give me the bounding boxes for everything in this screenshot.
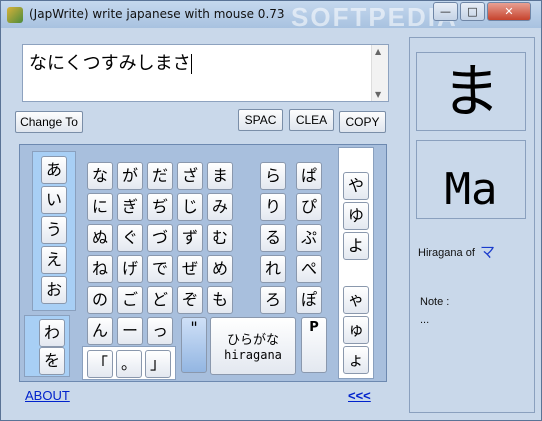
about-link[interactable]: ABOUT	[25, 388, 70, 403]
text-caret	[190, 54, 192, 74]
wa-panel: わ を	[24, 315, 70, 377]
key-mu[interactable]: む	[207, 224, 233, 252]
key-yo[interactable]: よ	[343, 232, 369, 260]
scroll-down-icon[interactable]: ▼	[375, 90, 381, 99]
scroll-up-icon[interactable]: ▲	[375, 47, 381, 56]
key-small-ya[interactable]: ゃ	[343, 286, 369, 314]
key-pa[interactable]: ぱ	[296, 162, 322, 190]
key-i[interactable]: い	[41, 186, 67, 214]
key-da[interactable]: だ	[147, 162, 173, 190]
mode-romaji-label: hiragana	[224, 348, 282, 362]
key-gi[interactable]: ぎ	[117, 193, 143, 221]
mode-kana-label: ひらがな	[226, 333, 279, 348]
romaji-preview: Ma	[416, 140, 526, 219]
katakana-value: マ	[480, 244, 496, 261]
key-ma[interactable]: ま	[207, 162, 233, 190]
key-ra[interactable]: ら	[260, 162, 286, 190]
text-editor[interactable]: なにくつすみしまさ ▲ ▼	[22, 44, 389, 102]
key-pe[interactable]: ぺ	[296, 255, 322, 283]
kana-keyboard: あ い う え お わ を な が だ ざ ま に ぎ ぢ じ み ぬ ぐ づ …	[19, 144, 387, 382]
minimize-button[interactable]: —	[433, 2, 458, 21]
key-small-tsu[interactable]: っ	[147, 317, 173, 345]
key-ge[interactable]: げ	[117, 255, 143, 283]
key-du[interactable]: づ	[147, 224, 173, 252]
key-me[interactable]: め	[207, 255, 233, 283]
editor-text: なにくつすみしまさ	[29, 53, 191, 74]
key-o[interactable]: お	[41, 276, 67, 304]
key-de[interactable]: で	[147, 255, 173, 283]
key-pi[interactable]: ぴ	[296, 193, 322, 221]
key-long-vowel[interactable]: ー	[117, 317, 143, 345]
main-panel: なにくつすみしまさ ▲ ▼ Change To SPAC CLEA COPY あ…	[9, 30, 405, 413]
key-na[interactable]: な	[87, 162, 113, 190]
key-u[interactable]: う	[41, 216, 67, 244]
key-ri[interactable]: り	[260, 193, 286, 221]
key-ze[interactable]: ぜ	[177, 255, 203, 283]
key-small-yu[interactable]: ゅ	[343, 316, 369, 344]
key-mo[interactable]: も	[207, 286, 233, 314]
note-label: Note :	[420, 296, 450, 308]
key-period[interactable]: 。	[116, 350, 142, 378]
space-button[interactable]: SPAC	[238, 109, 283, 131]
key-handakuten[interactable]: P	[301, 317, 327, 373]
key-yu[interactable]: ゆ	[343, 202, 369, 230]
key-no[interactable]: の	[87, 286, 113, 314]
hiragana-of-label: Hiragana of	[418, 247, 475, 259]
key-wo[interactable]: を	[39, 347, 65, 375]
key-zu[interactable]: ず	[177, 224, 203, 252]
key-za[interactable]: ざ	[177, 162, 203, 190]
app-icon	[7, 7, 23, 23]
key-e[interactable]: え	[41, 246, 67, 274]
key-open-bracket[interactable]: 「	[87, 350, 113, 378]
close-button[interactable]: ✕	[487, 2, 531, 21]
key-ne[interactable]: ね	[87, 255, 113, 283]
kana-preview: ま	[416, 52, 526, 131]
key-ni[interactable]: に	[87, 193, 113, 221]
window-title: (JapWrite) write japanese with mouse 0.7…	[29, 7, 285, 21]
key-di[interactable]: ぢ	[147, 193, 173, 221]
key-zo[interactable]: ぞ	[177, 286, 203, 314]
title-bar: (JapWrite) write japanese with mouse 0.7…	[1, 1, 541, 32]
app-window: (JapWrite) write japanese with mouse 0.7…	[0, 0, 542, 421]
key-ya[interactable]: や	[343, 172, 369, 200]
punctuation-panel: 「 。 」	[82, 346, 176, 380]
key-close-bracket[interactable]: 」	[145, 350, 171, 378]
key-ru[interactable]: る	[260, 224, 286, 252]
key-gu[interactable]: ぐ	[117, 224, 143, 252]
key-dakuten[interactable]: "	[181, 317, 207, 373]
clear-button[interactable]: CLEA	[289, 109, 334, 131]
ya-panel: や ゆ よ ゃ ゅ ょ	[338, 147, 374, 379]
key-n[interactable]: ん	[87, 317, 113, 345]
preview-panel: ま Ma Hiragana of マ Note : ...	[409, 37, 535, 413]
key-ro[interactable]: ろ	[260, 286, 286, 314]
change-to-button[interactable]: Change To	[15, 111, 83, 133]
key-nu[interactable]: ぬ	[87, 224, 113, 252]
key-small-yo[interactable]: ょ	[343, 346, 369, 374]
maximize-button[interactable]: □	[460, 2, 485, 21]
copy-button[interactable]: COPY	[339, 111, 386, 133]
key-do[interactable]: ど	[147, 286, 173, 314]
key-ga[interactable]: が	[117, 162, 143, 190]
note-value: ...	[420, 314, 430, 326]
key-po[interactable]: ぽ	[296, 286, 322, 314]
key-pu[interactable]: ぷ	[296, 224, 322, 252]
editor-scrollbar[interactable]: ▲ ▼	[371, 45, 388, 101]
key-go[interactable]: ご	[117, 286, 143, 314]
key-ji[interactable]: じ	[177, 193, 203, 221]
key-re[interactable]: れ	[260, 255, 286, 283]
hiragana-mode-button[interactable]: ひらがな hiragana	[210, 317, 296, 375]
collapse-link[interactable]: <<<	[348, 388, 371, 403]
key-mi[interactable]: み	[207, 193, 233, 221]
key-wa[interactable]: わ	[39, 319, 65, 347]
key-a[interactable]: あ	[41, 156, 67, 184]
vowel-panel: あ い う え お	[32, 151, 76, 311]
